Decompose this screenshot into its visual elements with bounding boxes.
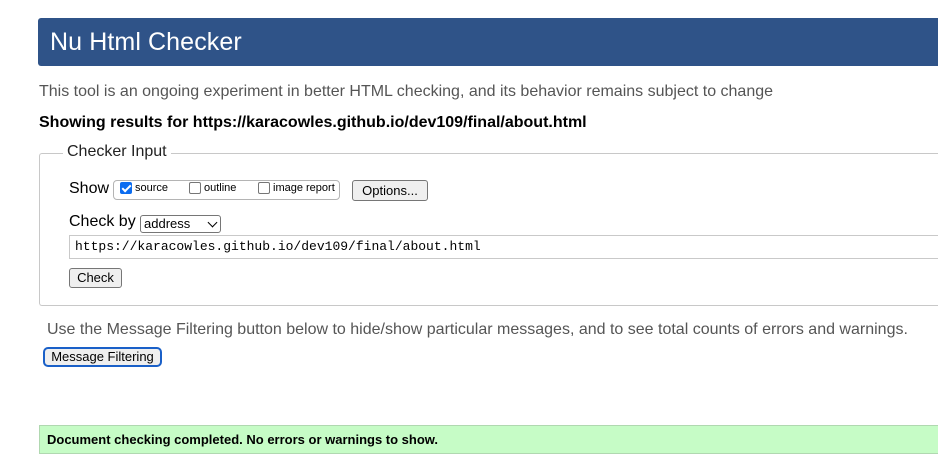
check-by-selected-value: address	[144, 216, 191, 231]
check-by-select[interactable]: address	[140, 215, 221, 233]
page-title: Nu Html Checker	[50, 28, 242, 56]
source-checkbox[interactable]	[120, 182, 132, 194]
url-input[interactable]: https://karacowles.github.io/dev109/fina…	[69, 235, 938, 259]
checker-input-legend: Checker Input	[63, 143, 171, 161]
show-outline-option[interactable]: outline	[189, 182, 236, 194]
image-report-checkbox-label: image report	[273, 182, 335, 194]
image-report-checkbox[interactable]	[258, 182, 270, 194]
check-by-label: Check by	[69, 213, 136, 230]
options-button[interactable]: Options...	[352, 180, 428, 201]
source-checkbox-label: source	[135, 182, 169, 194]
message-filtering-button[interactable]: Message Filtering	[43, 347, 162, 367]
check-button[interactable]: Check	[69, 268, 122, 288]
outline-checkbox[interactable]	[189, 182, 201, 194]
show-source-option[interactable]: source	[120, 182, 168, 194]
page-header: Nu Html Checker	[38, 18, 938, 66]
show-options-group: source outline image report	[113, 180, 340, 200]
message-filtering-note: Use the Message Filtering button below t…	[47, 321, 908, 338]
intro-text: This tool is an ongoing experiment in be…	[39, 83, 774, 100]
success-message: Document checking completed. No errors o…	[39, 425, 938, 454]
show-label: Show	[69, 180, 110, 197]
show-image-report-option[interactable]: image report	[258, 182, 335, 194]
chevron-down-icon	[207, 217, 218, 228]
results-heading: Showing results for https://karacowles.g…	[39, 114, 587, 131]
outline-checkbox-label: outline	[204, 182, 237, 194]
